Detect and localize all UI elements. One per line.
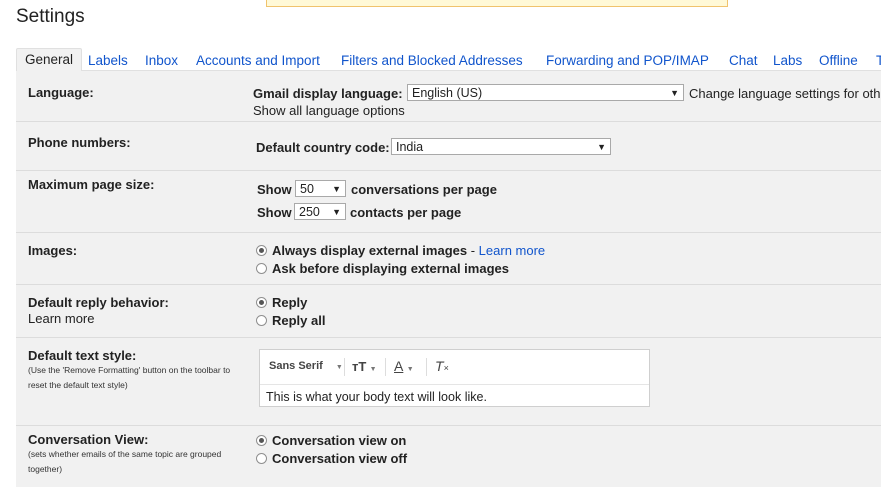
tab-inbox[interactable]: Inbox — [145, 53, 178, 68]
font-family-button[interactable]: Sans Serif ▼ — [269, 360, 343, 372]
phone-numbers-row: Phone numbers: Default country code: Ind… — [16, 122, 881, 171]
always-display-images-label: Always display external images — [272, 243, 468, 258]
tab-labs[interactable]: Labs — [773, 53, 802, 68]
page-title: Settings — [16, 6, 85, 27]
conversations-per-page-text: conversations per page — [351, 182, 497, 197]
chevron-down-icon: ▼ — [335, 364, 343, 371]
images-separator: - — [467, 243, 479, 258]
images-label: Images: — [28, 243, 78, 258]
conversations-per-page-value: 50 — [300, 182, 314, 196]
conversation-view-off-label: Conversation view off — [272, 451, 408, 466]
contacts-per-page-text: contacts per page — [350, 205, 462, 220]
show-all-languages-link[interactable]: Show all language options — [253, 103, 405, 118]
remove-formatting-button[interactable]: T× — [435, 358, 449, 374]
conversation-view-on-label: Conversation view on — [272, 433, 407, 448]
text-color-icon: A — [394, 358, 404, 374]
page-size-row: Maximum page size: Show 50 ▼ conversatio… — [16, 171, 881, 233]
change-language-settings-link[interactable]: Change language settings for othe — [689, 86, 881, 101]
country-code-label: Default country code: — [256, 140, 390, 155]
display-language-select[interactable]: English (US) ▼ — [407, 84, 684, 101]
font-size-button[interactable]: ᴛT ▼ — [352, 359, 377, 374]
text-style-label: Default text style: — [28, 348, 137, 363]
font-family-value: Sans Serif — [269, 360, 323, 372]
display-language-value: English (US) — [412, 86, 483, 100]
tab-chat[interactable]: Chat — [729, 53, 758, 68]
reply-radio[interactable] — [256, 297, 267, 308]
conversation-view-label: Conversation View: — [28, 432, 149, 447]
text-style-hint: (Use the 'Remove Formatting' button on t… — [28, 365, 231, 390]
ask-before-displaying-label: Ask before displaying external images — [272, 261, 509, 276]
images-row: Images: Always display external images -… — [16, 233, 881, 285]
tab-more[interactable]: T — [876, 53, 881, 68]
language-label: Language: — [28, 85, 94, 100]
conversation-view-row: Conversation View: (sets whether emails … — [16, 426, 881, 487]
images-learn-more-link[interactable]: Learn more — [479, 243, 545, 258]
tab-forwarding-pop-imap[interactable]: Forwarding and POP/IMAP — [546, 53, 709, 68]
chevron-down-icon: ▼ — [332, 207, 341, 217]
show-label: Show — [257, 205, 292, 220]
formatting-toolbar: Sans Serif ▼ ᴛT ▼ A ▼ T× — [260, 350, 649, 385]
country-code-select[interactable]: India ▼ — [391, 138, 611, 155]
remove-formatting-icon: T× — [435, 358, 449, 374]
font-size-icon: ᴛT — [352, 359, 367, 374]
display-language-label: Gmail display language: — [253, 86, 403, 101]
reply-label: Reply — [272, 295, 308, 310]
tab-labels[interactable]: Labels — [88, 53, 128, 68]
country-code-value: India — [396, 140, 424, 154]
conversation-view-hint: (sets whether emails of the same topic a… — [28, 449, 222, 474]
page-size-label: Maximum page size: — [28, 177, 155, 192]
chevron-down-icon: ▼ — [406, 366, 414, 373]
conversation-view-off-radio[interactable] — [256, 453, 267, 464]
text-color-button[interactable]: A ▼ — [394, 358, 414, 374]
reply-all-label: Reply all — [272, 313, 326, 328]
text-style-editor: Sans Serif ▼ ᴛT ▼ A ▼ T× This is what yo… — [259, 349, 650, 407]
settings-panel: Language: Gmail display language: Englis… — [16, 71, 881, 487]
text-style-row: Default text style: (Use the 'Remove For… — [16, 338, 881, 426]
conversation-view-on-radio[interactable] — [256, 435, 267, 446]
show-label: Show — [257, 182, 292, 197]
conversations-per-page-select[interactable]: 50 ▼ — [295, 180, 346, 197]
reply-learn-more-link[interactable]: Learn more — [28, 311, 94, 326]
tab-accounts-and-import[interactable]: Accounts and Import — [196, 53, 320, 68]
toolbar-divider — [426, 358, 427, 376]
chevron-down-icon: ▼ — [332, 184, 341, 194]
notification-bar — [266, 0, 728, 7]
reply-behavior-row: Default reply behavior: Learn more Reply… — [16, 285, 881, 338]
phone-numbers-label: Phone numbers: — [28, 135, 131, 150]
chevron-down-icon: ▼ — [597, 142, 606, 152]
ask-before-displaying-radio[interactable] — [256, 263, 267, 274]
toolbar-divider — [385, 358, 386, 376]
reply-behavior-label: Default reply behavior: — [28, 295, 169, 310]
tab-general[interactable]: General — [16, 48, 83, 72]
tab-filters-and-blocked-addresses[interactable]: Filters and Blocked Addresses — [341, 53, 523, 68]
always-display-images-radio[interactable] — [256, 245, 267, 256]
always-display-images-option: Always display external images - Learn m… — [272, 243, 545, 258]
text-style-preview[interactable]: This is what your body text will look li… — [266, 390, 487, 404]
tab-offline[interactable]: Offline — [819, 53, 858, 68]
chevron-down-icon: ▼ — [670, 88, 679, 98]
contacts-per-page-value: 250 — [299, 205, 320, 219]
toolbar-divider — [344, 358, 345, 376]
contacts-per-page-select[interactable]: 250 ▼ — [294, 203, 346, 220]
reply-all-radio[interactable] — [256, 315, 267, 326]
chevron-down-icon: ▼ — [369, 366, 377, 373]
language-row: Language: Gmail display language: Englis… — [16, 71, 881, 122]
settings-tabs: General Labels Inbox Accounts and Import… — [16, 46, 881, 72]
